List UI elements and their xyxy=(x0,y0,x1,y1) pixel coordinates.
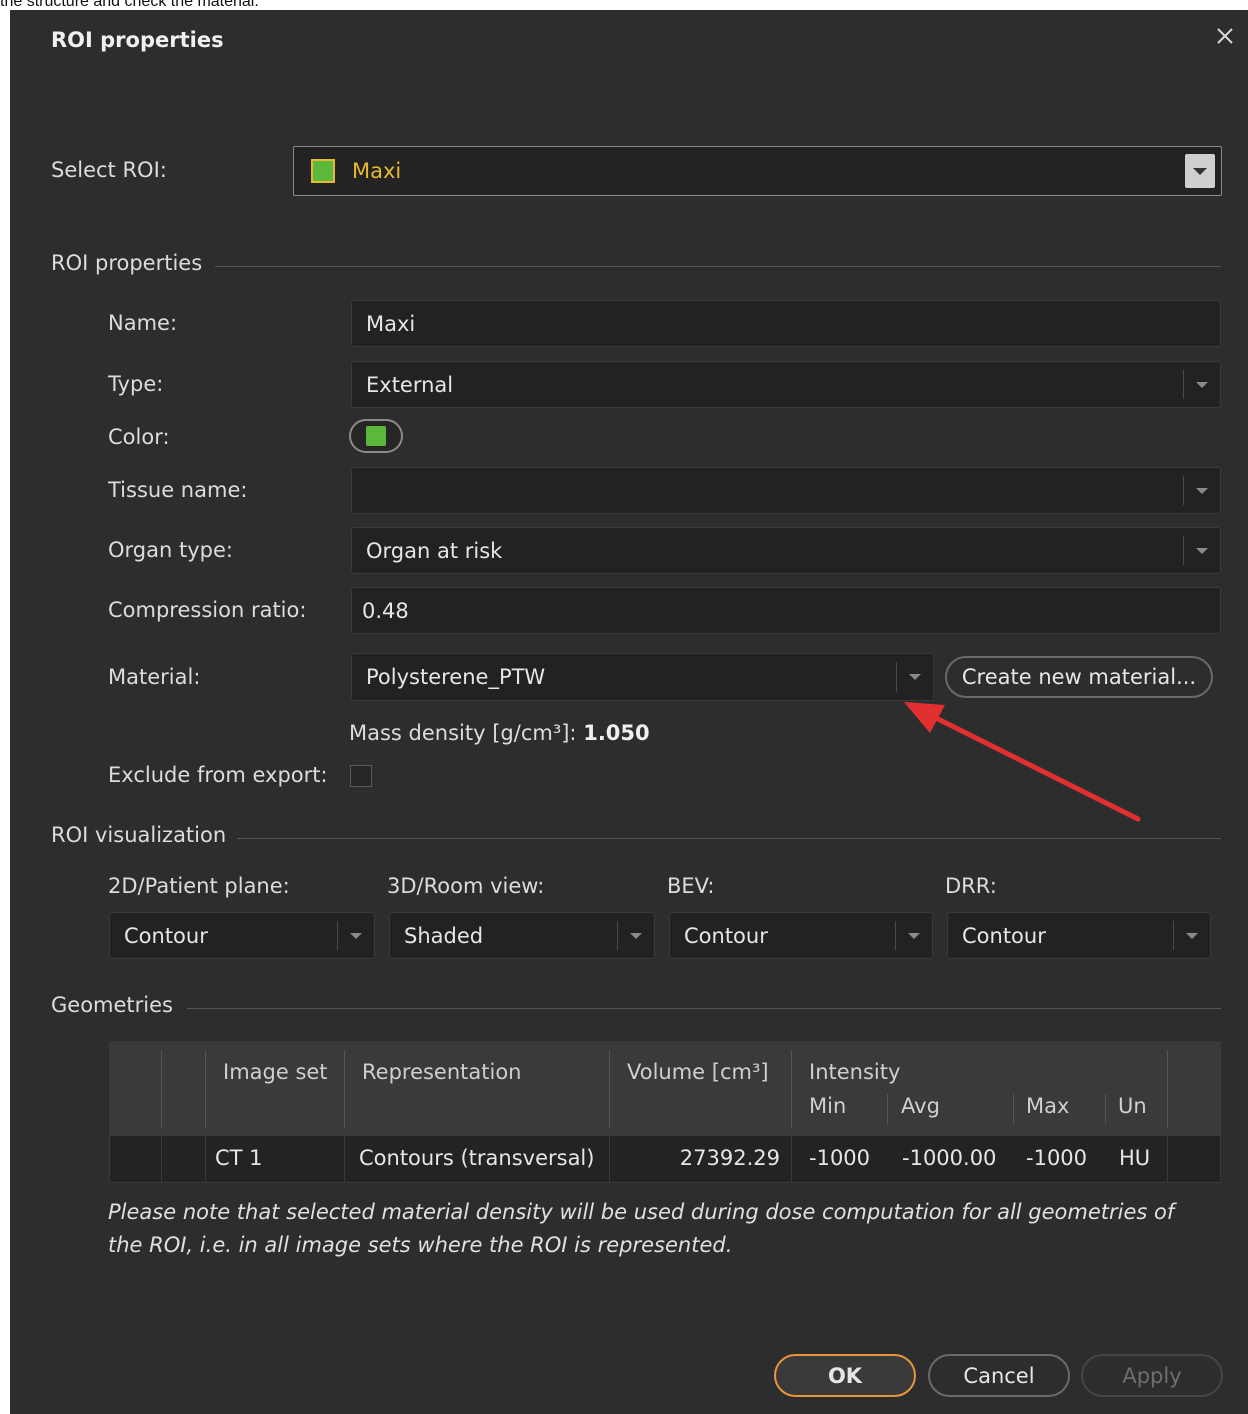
density-note: Please note that selected material densi… xyxy=(108,1200,1175,1257)
chevron-down-icon xyxy=(1193,167,1207,175)
select-roi-dropdown[interactable]: Maxi xyxy=(293,146,1222,196)
mass-density-value: 1.050 xyxy=(583,721,650,745)
name-value: Maxi xyxy=(366,311,416,336)
tissue-name-dropdown[interactable] xyxy=(351,467,1221,514)
type-dropdown[interactable]: External xyxy=(351,361,1221,408)
material-dropdown-arrow[interactable] xyxy=(896,662,933,692)
room-view-dropdown-arrow[interactable] xyxy=(617,921,654,950)
close-button[interactable] xyxy=(1211,22,1239,50)
chevron-down-icon xyxy=(908,932,920,939)
cancel-button[interactable]: Cancel xyxy=(928,1354,1070,1397)
cell-image-set: CT 1 xyxy=(215,1146,263,1170)
material-value: Polysterene_PTW xyxy=(366,665,546,689)
drr-dropdown[interactable]: Contour xyxy=(947,912,1211,959)
patient-plane-dropdown-arrow[interactable] xyxy=(337,921,374,950)
mass-density-caption: Mass density [g/cm³]: xyxy=(349,721,577,745)
bev-label: BEV: xyxy=(667,874,715,898)
cell-max: -1000 xyxy=(1026,1146,1088,1170)
apply-button[interactable]: Apply xyxy=(1081,1354,1223,1397)
exclude-from-export-label: Exclude from export: xyxy=(108,763,328,787)
header-min[interactable]: Min xyxy=(809,1094,846,1118)
drr-dropdown-arrow[interactable] xyxy=(1173,921,1210,950)
color-label: Color: xyxy=(108,425,170,449)
organ-type-dropdown-arrow[interactable] xyxy=(1183,536,1220,565)
compression-ratio-input[interactable]: 0.48 xyxy=(351,587,1221,634)
header-volume[interactable]: Volume [cm³] xyxy=(627,1060,769,1084)
organ-type-dropdown[interactable]: Organ at risk xyxy=(351,527,1221,574)
table-header xyxy=(110,1042,1220,1136)
cell-avg: -1000.00 xyxy=(902,1146,997,1170)
exclude-from-export-checkbox[interactable] xyxy=(350,765,372,787)
header-avg[interactable]: Avg xyxy=(901,1094,940,1118)
header-image-set[interactable]: Image set xyxy=(223,1060,328,1084)
header-intensity: Intensity xyxy=(809,1060,901,1084)
select-roi-value: Maxi xyxy=(352,159,402,183)
type-dropdown-arrow[interactable] xyxy=(1183,370,1220,399)
cell-min: -1000 xyxy=(809,1146,871,1170)
chevron-down-icon xyxy=(1186,932,1198,939)
drr-value: Contour xyxy=(962,923,1046,948)
header-unit[interactable]: Un xyxy=(1118,1094,1147,1118)
instruction-text: the structure and check the material. xyxy=(0,0,259,10)
section-roi-properties: ROI properties xyxy=(51,251,203,275)
room-view-label: 3D/Room view: xyxy=(387,874,545,898)
section-divider xyxy=(237,838,1221,839)
select-roi-label: Select ROI: xyxy=(51,158,167,182)
drr-label: DRR: xyxy=(945,874,997,898)
cell-representation: Contours (transversal) xyxy=(359,1146,595,1170)
cell-volume: 27392.29 xyxy=(679,1146,780,1170)
header-max[interactable]: Max xyxy=(1026,1094,1069,1118)
color-swatch xyxy=(366,426,386,446)
mass-density-label: Mass density [g/cm³]: 1.050 xyxy=(349,721,650,745)
bev-value: Contour xyxy=(684,923,768,948)
organ-type-label: Organ type: xyxy=(108,538,233,562)
room-view-dropdown[interactable]: Shaded xyxy=(389,912,655,959)
material-label: Material: xyxy=(108,665,201,689)
color-picker-button[interactable] xyxy=(349,419,403,453)
select-roi-arrow-button[interactable] xyxy=(1185,154,1215,188)
section-divider xyxy=(187,1008,1221,1009)
close-icon xyxy=(1217,28,1233,44)
chevron-down-icon xyxy=(1196,487,1208,494)
section-geometries: Geometries xyxy=(51,993,173,1017)
annotation-arrow-icon xyxy=(904,702,1141,822)
tissue-name-label: Tissue name: xyxy=(108,478,248,502)
ok-button[interactable]: OK xyxy=(774,1354,916,1397)
patient-plane-dropdown[interactable]: Contour xyxy=(109,912,375,959)
tissue-name-dropdown-arrow[interactable] xyxy=(1183,476,1220,505)
create-new-material-button[interactable]: Create new material... xyxy=(945,656,1213,698)
chevron-down-icon xyxy=(350,932,362,939)
dialog-title: ROI properties xyxy=(51,28,224,52)
patient-plane-value: Contour xyxy=(124,923,208,948)
room-view-value: Shaded xyxy=(404,923,484,948)
patient-plane-label: 2D/Patient plane: xyxy=(108,874,290,898)
bev-dropdown-arrow[interactable] xyxy=(895,921,932,950)
roi-color-swatch xyxy=(311,159,335,183)
bev-dropdown[interactable]: Contour xyxy=(669,912,933,959)
cell-unit: HU xyxy=(1119,1146,1151,1170)
chevron-down-icon xyxy=(630,932,642,939)
type-label: Type: xyxy=(108,372,164,396)
type-value: External xyxy=(366,372,454,397)
section-roi-visualization: ROI visualization xyxy=(51,823,227,847)
header-representation[interactable]: Representation xyxy=(362,1060,522,1084)
roi-properties-dialog: ROI properties Select ROI: Maxi ROI prop… xyxy=(10,10,1248,1414)
chevron-down-icon xyxy=(1196,547,1208,554)
organ-type-value: Organ at risk xyxy=(366,538,503,563)
section-divider xyxy=(215,266,1221,267)
chevron-down-icon xyxy=(1196,381,1208,388)
chevron-down-icon xyxy=(909,674,921,680)
compression-ratio-label: Compression ratio: xyxy=(108,598,307,622)
name-label: Name: xyxy=(108,311,178,335)
material-dropdown[interactable]: Polysterene_PTW xyxy=(351,653,934,701)
name-input[interactable]: Maxi xyxy=(351,300,1221,347)
compression-ratio-value: 0.48 xyxy=(362,598,409,623)
geometries-table: Image set Representation Volume [cm³] In… xyxy=(109,1041,1221,1183)
